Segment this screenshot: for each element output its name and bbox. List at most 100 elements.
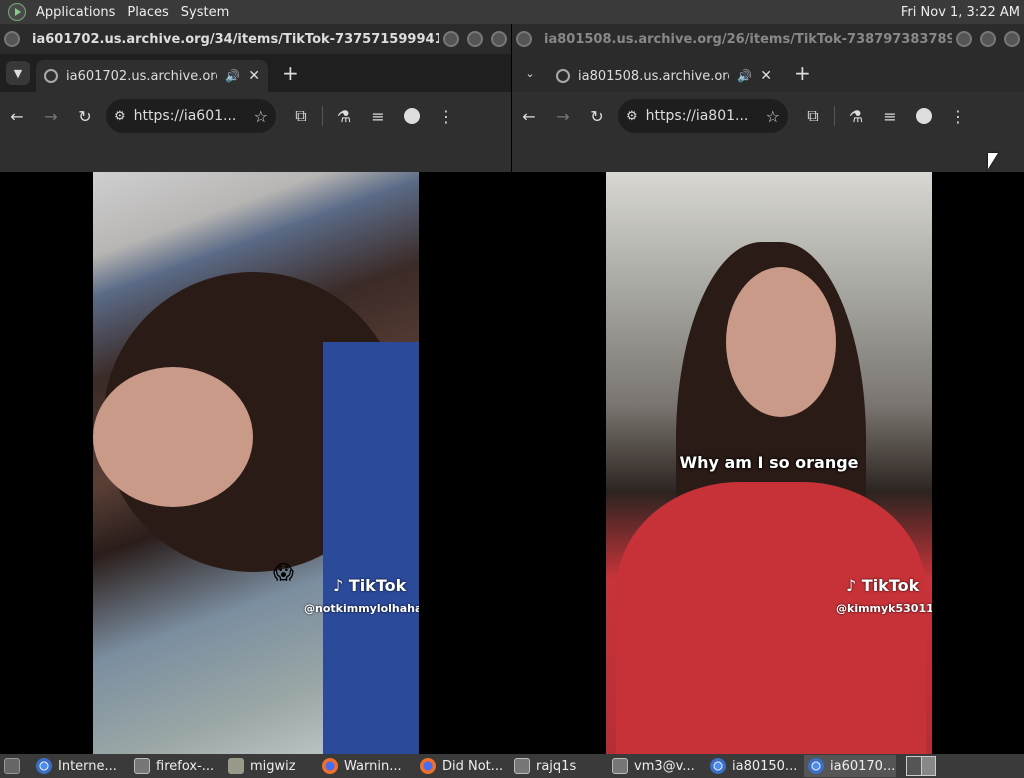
show-desktop-button[interactable]: [0, 755, 30, 777]
tab-title: ia801508.us.archive.org/: [578, 68, 730, 84]
video-caption: Why am I so orange: [679, 453, 859, 472]
labs-flask-icon[interactable]: ⚗: [839, 99, 873, 133]
audio-icon[interactable]: 🔊: [737, 69, 752, 83]
taskbar-item-label: ia60170...: [830, 758, 896, 774]
taskbar-item[interactable]: firefox-...: [130, 755, 222, 777]
taskbar-item[interactable]: migwiz: [224, 755, 316, 777]
media-controls-icon[interactable]: ≡: [361, 99, 395, 133]
desktop: Applications Places System Fri Nov 1, 3:…: [0, 0, 1024, 778]
browser-window-left: ia601702.us.archive.org/34/items/TikTok-…: [0, 24, 511, 754]
workspace-switcher[interactable]: [906, 756, 936, 776]
toolbar-divider: [834, 106, 835, 126]
taskbar-item-label: Did Not...: [442, 758, 504, 774]
taskbar-item-label: vm3@v...: [634, 758, 695, 774]
video-face-shape: [726, 267, 836, 417]
system-menu[interactable]: System: [175, 5, 235, 20]
extensions-icon[interactable]: ⧉: [284, 99, 318, 133]
chevron-down-icon: ⌄: [525, 66, 535, 80]
tiktok-logo-text: TikTok: [348, 576, 407, 595]
site-info-icon[interactable]: ⚙: [626, 109, 638, 124]
taskbar-item[interactable]: Warnin...: [318, 755, 414, 777]
video-shirt-shape: [323, 342, 419, 754]
taskbar-item[interactable]: rajq1s: [510, 755, 606, 777]
tiktok-video-left[interactable]: 😱 ♪ TikTok @notkimmylolhaha: [93, 172, 419, 754]
toolbar-spacer: [512, 140, 1024, 172]
taskbar-item-label: rajq1s: [536, 758, 577, 774]
taskbar-item-label: firefox-...: [156, 758, 215, 774]
window-title: ia601702.us.archive.org/34/items/TikTok-…: [32, 31, 439, 47]
tiktok-video-right[interactable]: Why am I so orange ♪ TikTok @kimmyk53011: [606, 172, 932, 754]
close-tab-icon[interactable]: ✕: [248, 68, 260, 84]
shocked-emoji: 😱: [273, 560, 294, 584]
address-bar[interactable]: ⚙ https://ia801... ☆: [618, 99, 788, 133]
taskbar-item[interactable]: Interne...: [32, 755, 128, 777]
tab-search-button[interactable]: ▼: [6, 61, 30, 85]
workspace-2[interactable]: [921, 757, 935, 775]
maximize-icon[interactable]: [467, 31, 483, 47]
new-tab-button[interactable]: +: [282, 61, 299, 85]
maximize-icon[interactable]: [980, 31, 996, 47]
taskbar-item[interactable]: ia80150...: [706, 755, 802, 777]
gnome-menu-icon[interactable]: [8, 3, 26, 21]
terminal-icon: [514, 758, 530, 774]
video-face-shape: [93, 367, 253, 507]
audio-icon[interactable]: 🔊: [225, 69, 240, 83]
site-info-icon[interactable]: ⚙: [114, 109, 126, 124]
back-icon[interactable]: ←: [512, 99, 546, 133]
tiktok-logo: ♪ TikTok: [333, 576, 407, 595]
minimize-icon[interactable]: [956, 31, 972, 47]
globe-icon: [556, 69, 570, 83]
profile-icon[interactable]: [395, 99, 429, 133]
reload-icon[interactable]: ↻: [68, 99, 102, 133]
top-panel: Applications Places System Fri Nov 1, 3:…: [0, 0, 1024, 24]
more-menu-icon[interactable]: ⋮: [941, 99, 975, 133]
taskbar-item[interactable]: vm3@v...: [608, 755, 704, 777]
labs-flask-icon[interactable]: ⚗: [327, 99, 361, 133]
workspace-1[interactable]: [907, 757, 922, 775]
tab-strip: ▼ ia601702.us.archive.org/3 🔊 ✕ +: [0, 54, 511, 92]
applications-menu[interactable]: Applications: [30, 5, 121, 20]
window-titlebar[interactable]: ia601702.us.archive.org/34/items/TikTok-…: [0, 24, 511, 54]
url-text[interactable]: https://ia801...: [646, 108, 762, 124]
mouse-cursor: [988, 153, 998, 169]
media-controls-icon[interactable]: ≡: [873, 99, 907, 133]
taskbar: Interne... firefox-... migwiz Warnin... …: [0, 754, 1024, 778]
forward-icon[interactable]: →: [34, 99, 68, 133]
tiktok-username: @notkimmylolhaha: [304, 602, 419, 615]
taskbar-item[interactable]: Did Not...: [416, 755, 508, 777]
clock[interactable]: Fri Nov 1, 3:22 AM: [901, 5, 1024, 20]
bookmark-star-icon[interactable]: ☆: [254, 107, 268, 126]
chevron-down-icon: ▼: [13, 66, 23, 80]
profile-icon[interactable]: [907, 99, 941, 133]
browser-tab[interactable]: ia601702.us.archive.org/3 🔊 ✕: [36, 60, 268, 92]
minimize-icon[interactable]: [443, 31, 459, 47]
tiktok-logo: ♪ TikTok: [846, 576, 920, 595]
close-window-icon[interactable]: [1004, 31, 1020, 47]
chrome-icon: [36, 758, 52, 774]
taskbar-item-active[interactable]: ia60170...: [804, 755, 896, 777]
back-icon[interactable]: ←: [0, 99, 34, 133]
places-menu[interactable]: Places: [121, 5, 174, 20]
page-content: Why am I so orange ♪ TikTok @kimmyk53011: [512, 172, 1024, 754]
tab-strip: ⌄ ia801508.us.archive.org/ 🔊 ✕ +: [512, 54, 1024, 92]
terminal-icon: [612, 758, 628, 774]
address-bar[interactable]: ⚙ https://ia601... ☆: [106, 99, 276, 133]
new-tab-button[interactable]: +: [794, 61, 811, 85]
taskbar-item-label: Warnin...: [344, 758, 402, 774]
firefox-icon: [322, 758, 338, 774]
window-titlebar[interactable]: ia801508.us.archive.org/26/items/TikTok-…: [512, 24, 1024, 54]
tiktok-username: @kimmyk53011: [836, 602, 932, 615]
globe-icon: [44, 69, 58, 83]
tab-search-button[interactable]: ⌄: [518, 61, 542, 85]
reload-icon[interactable]: ↻: [580, 99, 614, 133]
bookmark-star-icon[interactable]: ☆: [766, 107, 780, 126]
more-menu-icon[interactable]: ⋮: [429, 99, 463, 133]
browser-tab[interactable]: ia801508.us.archive.org/ 🔊 ✕: [548, 60, 780, 92]
window-menu-icon[interactable]: [516, 31, 532, 47]
extensions-icon[interactable]: ⧉: [796, 99, 830, 133]
close-tab-icon[interactable]: ✕: [760, 68, 772, 84]
url-text[interactable]: https://ia601...: [134, 108, 250, 124]
forward-icon[interactable]: →: [546, 99, 580, 133]
close-window-icon[interactable]: [491, 31, 507, 47]
window-menu-icon[interactable]: [4, 31, 20, 47]
